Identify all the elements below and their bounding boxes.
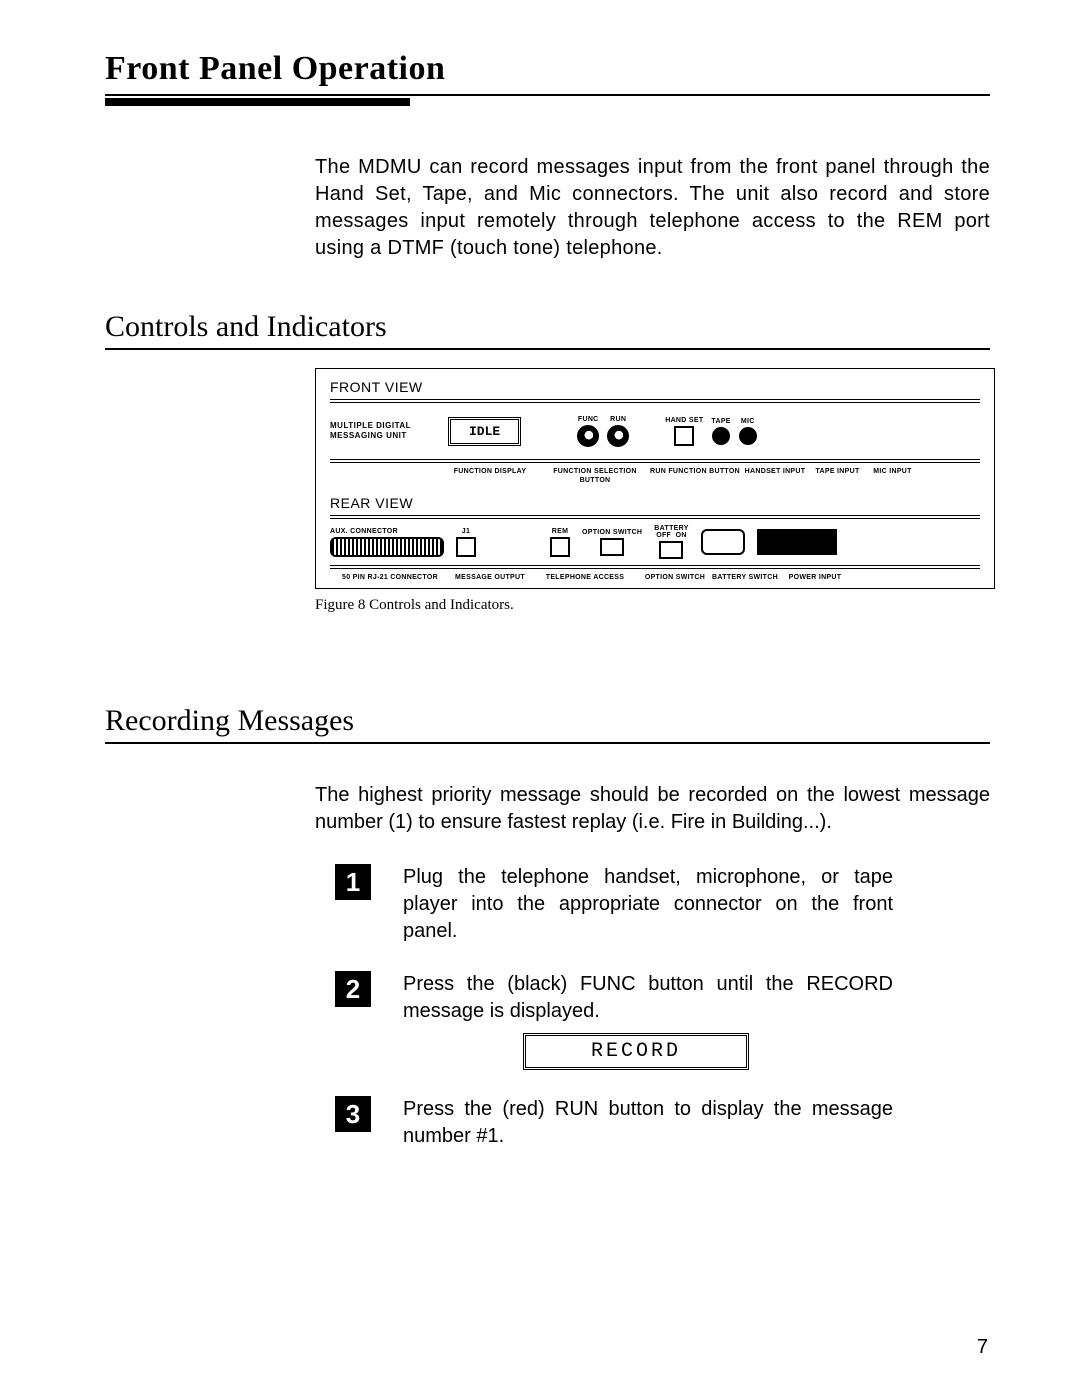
mic-jack-icon — [739, 427, 757, 445]
unit-name-l1: MULTIPLE DIGITAL — [330, 421, 440, 431]
callout-pwr-in: POWER INPUT — [780, 573, 850, 582]
section-rule-2 — [105, 742, 990, 744]
handset-label: HAND SET — [665, 417, 703, 424]
batt-label: BATTERY — [654, 525, 688, 532]
callout-msg-out: MESSAGE OUTPUT — [450, 573, 530, 582]
intro-paragraph: The MDMU can record messages input from … — [315, 154, 990, 262]
title-thick-rule — [105, 98, 410, 106]
rear-view-title: REAR VIEW — [330, 495, 980, 511]
callout-tel-access: TELEPHONE ACCESS — [530, 573, 640, 582]
step-text-1: Plug the telephone handset, microphone, … — [403, 864, 893, 945]
rear-panel-strip: AUX. CONNECTOR J1 REM OPTION SWITCH — [330, 515, 980, 569]
tape-jack-icon — [712, 427, 730, 445]
step-2: 2 Press the (black) FUNC button until th… — [335, 971, 990, 1070]
callout-func-display: FUNCTION DISPLAY — [440, 467, 540, 485]
callout-handset-in: HANDSET INPUT — [740, 467, 810, 485]
section-rule — [105, 348, 990, 350]
j1-port-icon — [456, 537, 476, 557]
front-panel-strip: MULTIPLE DIGITAL MESSAGING UNIT IDLE FUN… — [330, 399, 980, 463]
front-view-title: FRONT VIEW — [330, 379, 980, 395]
step-number-2: 2 — [335, 971, 371, 1007]
figure-controls: FRONT VIEW MULTIPLE DIGITAL MESSAGING UN… — [315, 368, 995, 614]
run-label: RUN — [610, 416, 626, 423]
section-heading-controls: Controls and Indicators — [105, 310, 990, 344]
step-3: 3 Press the (red) RUN button to display … — [335, 1096, 990, 1150]
step-number-3: 3 — [335, 1096, 371, 1132]
run-button-icon — [607, 425, 629, 447]
title-underline — [105, 94, 990, 96]
tape-label: TAPE — [711, 418, 730, 425]
callout-50pin: 50 PIN RJ-21 CONNECTOR — [330, 573, 450, 582]
option-switch-icon — [600, 538, 624, 556]
record-display: RECORD — [523, 1033, 749, 1070]
off-label: OFF — [656, 532, 671, 539]
rem-port-icon — [550, 537, 570, 557]
mic-label: MIC — [741, 418, 755, 425]
callout-mic-in: MIC INPUT — [865, 467, 920, 485]
aux-label: AUX. CONNECTOR — [330, 528, 398, 535]
callout-batt-sw: BATTERY SWITCH — [710, 573, 780, 582]
lcd-display: IDLE — [448, 417, 521, 446]
power-plug-icon — [701, 529, 745, 555]
page-title: Front Panel Operation — [105, 50, 990, 90]
on-label: ON — [676, 532, 687, 539]
step-number-1: 1 — [335, 864, 371, 900]
option-label: OPTION SWITCH — [582, 529, 642, 536]
j1-label: J1 — [462, 528, 470, 535]
rem-label: REM — [552, 528, 568, 535]
figure-caption: Figure 8 Controls and Indicators. — [315, 597, 995, 614]
section-heading-recording: Recording Messages — [105, 704, 990, 738]
handset-jack-icon — [674, 426, 694, 446]
unit-name-l2: MESSAGING UNIT — [330, 431, 440, 441]
func-label: FUNC — [578, 416, 599, 423]
step-1: 1 Plug the telephone handset, microphone… — [335, 864, 990, 945]
func-button-icon — [577, 425, 599, 447]
battery-switch-icon — [659, 541, 683, 559]
step-text-2: Press the (black) FUNC button until the … — [403, 971, 893, 1025]
step-text-3: Press the (red) RUN button to display th… — [403, 1096, 893, 1150]
aux-connector-icon — [330, 537, 444, 557]
page-number: 7 — [977, 1336, 988, 1359]
callout-run-btn: RUN FUNCTION BUTTON — [650, 467, 740, 485]
callout-func-sel: FUNCTION SELECTION BUTTON — [540, 467, 650, 485]
recording-intro: The highest priority message should be r… — [315, 782, 990, 836]
callout-opt-sw: OPTION SWITCH — [640, 573, 710, 582]
callout-tape-in: TAPE INPUT — [810, 467, 865, 485]
psu-block-icon — [757, 529, 837, 555]
